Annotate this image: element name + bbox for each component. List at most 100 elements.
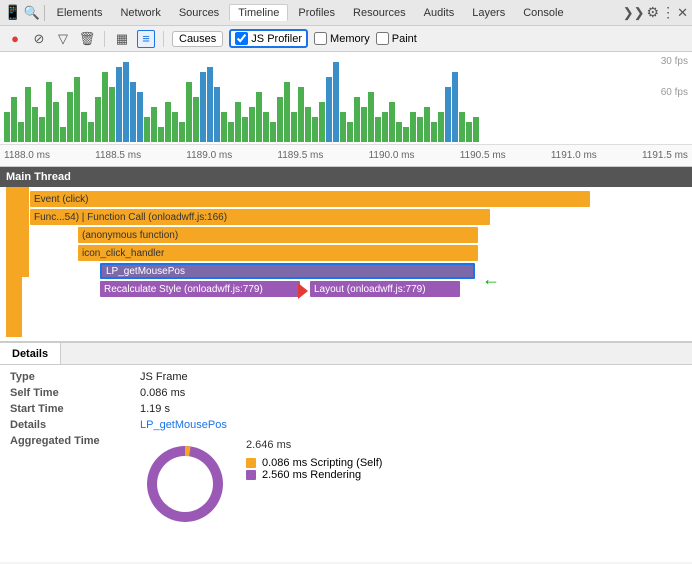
list-icon[interactable]: ≡ [137,30,155,48]
bar-chart[interactable] [0,52,680,142]
tab-resources[interactable]: Resources [345,5,414,21]
bar [186,82,192,142]
bar [277,97,283,142]
bar [424,107,430,142]
type-label: Type [10,371,140,383]
flame-block-recalculate[interactable]: Recalculate Style (onloadwff.js:779) [100,281,300,297]
js-profiler-checkbox[interactable] [235,32,248,45]
pie-legend: 2.646 ms 0.086 ms Scripting (Self) 2.560… [246,439,382,481]
filter-button[interactable]: ▽ [54,30,72,48]
bar [319,102,325,142]
scripting-dot [246,458,256,468]
tab-layers[interactable]: Layers [464,5,513,21]
bar [305,107,311,142]
bar [466,122,472,142]
tab-console[interactable]: Console [515,5,571,21]
ruler-label-5: 1190.5 ms [460,150,506,161]
bar-selected [326,77,332,142]
self-time-label: Self Time [10,387,140,399]
self-time-value: 0.086 ms [140,387,185,399]
bar-chart-icon[interactable]: ▦ [113,30,131,48]
bar [242,117,248,142]
flame-block-icon-click[interactable]: icon_click_handler [78,245,478,261]
bar [88,122,94,142]
flame-label-5: Recalculate Style (onloadwff.js:779) [104,284,263,295]
memory-checkbox[interactable] [314,32,327,45]
flame-chart[interactable]: Event (click) Func...54) | Function Call… [0,187,692,342]
bar [95,97,101,142]
tab-details[interactable]: Details [0,343,61,364]
flame-block-event-click[interactable]: Event (click) [30,191,590,207]
bar [74,77,80,142]
memory-checkbox-label[interactable]: Memory [314,32,370,45]
tab-elements[interactable]: Elements [49,5,111,21]
record-button[interactable]: ● [6,30,24,48]
details-content: Type JS Frame Self Time 0.086 ms Start T… [0,365,692,539]
legend-rendering: 2.560 ms Rendering [246,469,382,481]
bar [193,97,199,142]
bar [368,92,374,142]
flame-block-layout[interactable]: Layout (onloadwff.js:779) [310,281,460,297]
legend-scripting: 0.086 ms Scripting (Self) [246,457,382,469]
ruler-label-4: 1190.0 ms [369,150,415,161]
details-field-label: Details [10,419,140,431]
flame-block-function-call[interactable]: Func...54) | Function Call (onloadwff.js… [30,209,490,225]
bar-selected [207,67,213,142]
js-icon[interactable]: ❯❯ [623,5,645,21]
timeline-ruler: 1188.0 ms 1188.5 ms 1189.0 ms 1189.5 ms … [0,144,692,166]
details-tab-bar: Details [0,343,692,365]
tab-audits[interactable]: Audits [416,5,463,21]
bar [46,82,52,142]
controls-bar: ● ⊘ ▽ 🗑 ▦ ≡ Causes JS Profiler Memory Pa… [0,26,692,52]
bar-selected [452,72,458,142]
bar-selected [333,62,339,142]
details-row-aggregated: Aggregated Time 2.646 ms [10,435,682,529]
tab-bar: 📱 🔍 Elements Network Sources Timeline Pr… [0,0,692,26]
paint-checkbox-label[interactable]: Paint [376,32,417,45]
bar [39,117,45,142]
js-profiler-checkbox-label[interactable]: JS Profiler [229,29,308,48]
scripting-legend-label: 0.086 ms Scripting (Self) [262,457,382,469]
bar [249,107,255,142]
tab-profiles[interactable]: Profiles [290,5,343,21]
bar [438,112,444,142]
bar [417,117,423,142]
details-row-details: Details LP_getMousePos [10,419,682,431]
mobile-icon[interactable]: 📱 [4,4,21,21]
clear-button[interactable]: 🗑 [78,30,96,48]
bar [347,122,353,142]
bar [172,112,178,142]
details-link[interactable]: LP_getMousePos [140,419,227,431]
separator2 [163,31,164,47]
tab-timeline[interactable]: Timeline [229,4,288,21]
stop-button[interactable]: ⊘ [30,30,48,48]
tab-network[interactable]: Network [112,5,168,21]
paint-label: Paint [392,33,417,45]
bar [459,112,465,142]
flame-label-2: (anonymous function) [82,230,178,241]
paint-checkbox[interactable] [376,32,389,45]
bar [389,102,395,142]
causes-button[interactable]: Causes [172,31,223,47]
flame-label-6: Layout (onloadwff.js:779) [314,284,426,295]
close-icon[interactable]: ✕ [677,5,688,21]
ruler-label-0: 1188.0 ms [4,150,50,161]
bar [165,102,171,142]
more-icon[interactable]: ⋮ [661,4,675,21]
bar [340,112,346,142]
bar [410,112,416,142]
aggregated-label: Aggregated Time [10,435,140,447]
rendering-dot [246,470,256,480]
divider [44,5,45,21]
flame-label-3: icon_click_handler [82,248,164,259]
bar-selected [130,82,136,142]
tab-sources[interactable]: Sources [171,5,227,21]
bar [291,112,297,142]
flame-block-anon[interactable]: (anonymous function) [78,227,478,243]
bar [431,122,437,142]
settings-icon[interactable]: ⚙ [647,4,660,21]
inspect-icon[interactable]: 🔍 [23,5,39,21]
flame-block-lp-get-mouse[interactable]: LP_getMousePos [100,263,475,279]
main-thread-header: Main Thread [0,167,692,187]
separator [104,31,105,47]
